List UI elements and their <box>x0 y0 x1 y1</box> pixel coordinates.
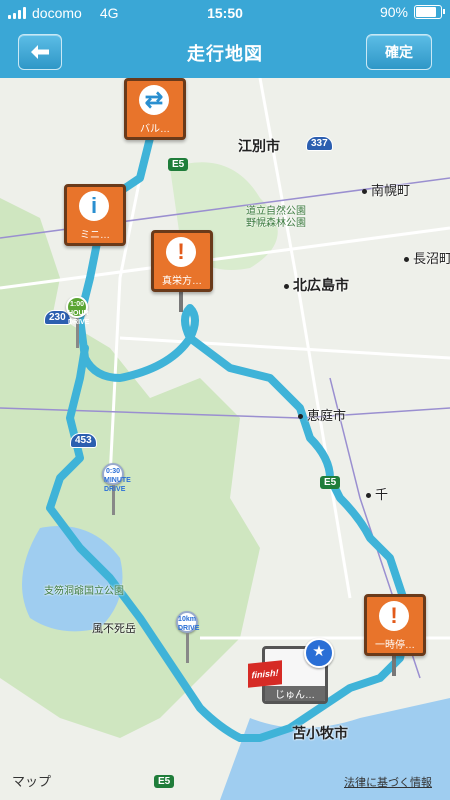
place-nanporo: 南幌町 <box>362 180 410 199</box>
navigation-bar: 走行地図 確定 <box>0 26 450 78</box>
route-map[interactable]: 江別市 南幌町 長沼町 北広島市 恵庭市 千 苫小牧市 支笏洞爺国立公園 風不死… <box>0 78 450 800</box>
event-marker[interactable]: ! 真栄方… <box>151 230 213 312</box>
route-shield: 453 <box>70 433 97 448</box>
battery-icon <box>414 5 445 19</box>
place-eniwa: 恵庭市 <box>298 405 346 424</box>
confirm-button[interactable]: 確定 <box>366 34 432 70</box>
battery-indicator: 90% <box>379 4 445 20</box>
place-fuppushi-dake: 風不死岳 <box>92 623 136 635</box>
route-shield: E5 <box>154 775 175 788</box>
event-marker[interactable]: i ミニ… <box>64 184 126 246</box>
distance-drive-pin[interactable]: 10km DRIVE <box>176 611 199 663</box>
status-bar: docomo 4G 15:50 90% <box>0 0 450 26</box>
route-shield: 337 <box>306 136 333 151</box>
finish-flag: finish! <box>248 660 282 688</box>
exclamation-icon: ! <box>166 237 196 267</box>
apple-maps-logo: マップ <box>12 774 52 789</box>
signpost-icon: ⇄ <box>139 85 169 115</box>
info-icon: i <box>79 191 109 221</box>
place-ebetsu: 江別市 <box>238 138 280 154</box>
route-shield: E5 <box>168 158 189 171</box>
place-naganuma: 長沼町 <box>404 248 450 267</box>
place-kitahiroshima: 北広島市 <box>284 275 349 295</box>
star-icon: ★ <box>304 638 334 668</box>
place-shikotsu-park: 支笏洞爺国立公園 <box>44 586 124 597</box>
place-tomakomai: 苫小牧市 <box>292 725 348 741</box>
place-chitose: 千 <box>366 484 388 503</box>
event-marker[interactable]: ! 一時停… <box>364 594 426 676</box>
route-shield: E5 <box>320 476 341 489</box>
place-nopporo-park: 道立自然公園 野幌森林公園 <box>246 206 306 229</box>
event-marker[interactable]: ⇄ バル… <box>124 78 186 140</box>
half-hour-drive-pin[interactable]: 0:30 MINUTE DRIVE <box>102 463 131 515</box>
legal-link[interactable]: 法律に基づく情報 <box>344 774 432 790</box>
hour-drive-pin[interactable]: 1:00 HOUR DRIVE <box>66 296 89 348</box>
exclamation-icon: ! <box>379 601 409 631</box>
battery-percent: 90% <box>379 4 408 20</box>
